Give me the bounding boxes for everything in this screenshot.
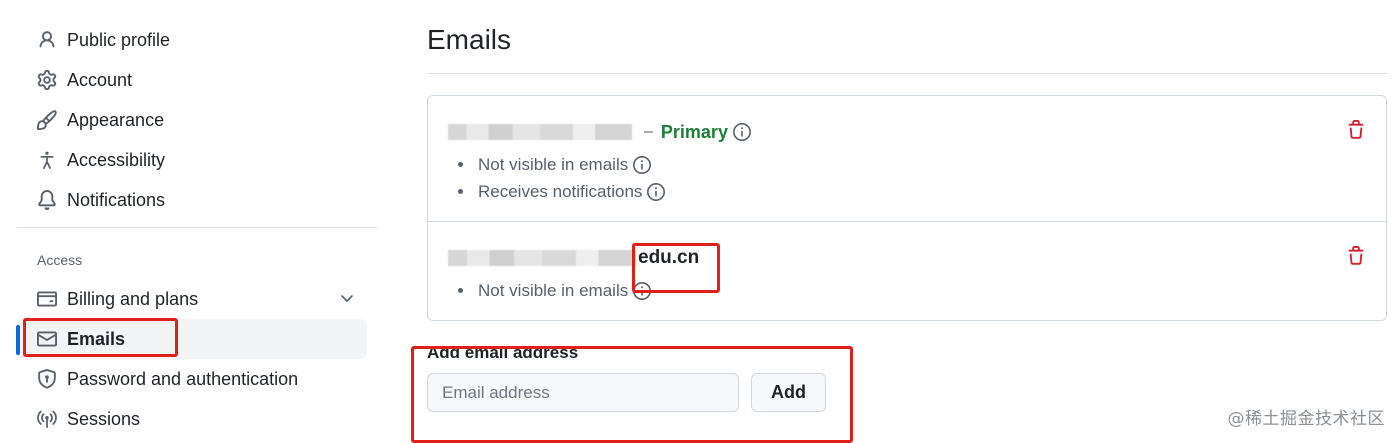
- add-email-section: Add email address Add: [427, 343, 1387, 412]
- watermark: @稀土掘金技术社区: [1227, 409, 1385, 429]
- trash-icon[interactable]: [1346, 246, 1366, 266]
- sidebar-item-accessibility[interactable]: Accessibility: [17, 140, 377, 180]
- sidebar-item-account[interactable]: Account: [17, 60, 377, 100]
- sidebar-item-label: Billing and plans: [67, 288, 199, 309]
- redacted-email-address: [448, 124, 632, 140]
- email-note: Not visible in emails: [448, 277, 1366, 304]
- shield-lock-icon: [36, 368, 58, 390]
- sidebar-item-password-auth[interactable]: Password and authentication: [17, 359, 377, 399]
- mail-icon: [36, 328, 58, 350]
- primary-badge: Primary: [660, 121, 728, 142]
- broadcast-icon: [36, 408, 58, 430]
- add-email-button[interactable]: Add: [751, 373, 826, 412]
- info-icon[interactable]: [632, 155, 652, 175]
- email-note: Receives notifications: [448, 178, 1366, 205]
- sidebar-item-label: Password and authentication: [67, 368, 299, 389]
- credit-card-icon: [36, 288, 58, 310]
- email-list: – Primary Not visible in emails Receives…: [427, 95, 1387, 321]
- separator: –: [644, 123, 653, 140]
- sidebar-section-heading-access: Access: [37, 252, 83, 268]
- redacted-email-address: [448, 250, 636, 266]
- gear-icon: [36, 69, 58, 91]
- chevron-down-icon[interactable]: [339, 290, 355, 306]
- email-notes-list: Not visible in emails Receives notificat…: [448, 151, 1366, 205]
- paintbrush-icon: [36, 109, 58, 131]
- info-icon[interactable]: [646, 182, 666, 202]
- person-icon: [36, 29, 58, 51]
- accessibility-icon: [36, 149, 58, 171]
- settings-sidebar: Public profile Account Appearance Access…: [16, 20, 377, 439]
- bell-icon: [36, 189, 58, 211]
- add-email-label: Add email address: [427, 343, 579, 362]
- email-note: Not visible in emails: [448, 151, 1366, 178]
- sidebar-item-notifications[interactable]: Notifications: [17, 180, 377, 220]
- sidebar-item-label: Sessions: [67, 408, 141, 429]
- email-list-item-secondary: edu.cn Not visible in emails: [428, 221, 1386, 320]
- sidebar-item-label: Account: [67, 69, 133, 90]
- sidebar-item-appearance[interactable]: Appearance: [17, 100, 377, 140]
- sidebar-item-label: Emails: [67, 328, 126, 349]
- email-domain: edu.cn: [638, 247, 700, 268]
- email-list-item-primary: – Primary Not visible in emails Receives…: [428, 96, 1386, 221]
- sidebar-item-emails[interactable]: Emails: [16, 319, 367, 359]
- sidebar-item-label: Notifications: [67, 189, 166, 210]
- sidebar-item-sessions[interactable]: Sessions: [17, 399, 377, 439]
- email-address-input[interactable]: [427, 373, 739, 412]
- sidebar-item-label: Appearance: [67, 109, 165, 130]
- page-title: Emails: [427, 24, 512, 55]
- sidebar-item-billing[interactable]: Billing and plans: [17, 279, 377, 319]
- info-icon[interactable]: [732, 122, 752, 142]
- sidebar-item-public-profile[interactable]: Public profile: [17, 20, 377, 60]
- sidebar-item-label: Public profile: [67, 29, 171, 50]
- trash-icon[interactable]: [1346, 120, 1366, 140]
- sidebar-item-label: Accessibility: [67, 149, 166, 170]
- title-divider: [427, 73, 1387, 74]
- email-notes-list: Not visible in emails: [448, 277, 1366, 304]
- info-icon[interactable]: [632, 281, 652, 301]
- emails-settings-main: Emails – Primary Not visible in emails R…: [427, 24, 1387, 412]
